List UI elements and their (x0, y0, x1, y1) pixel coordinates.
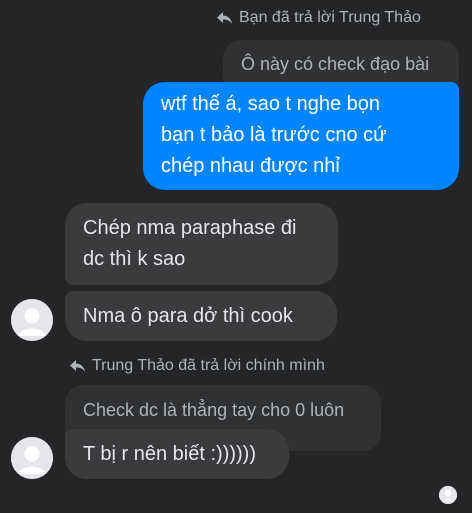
quoted-message-text: Check dc là thẳng tay cho 0 luôn (83, 400, 345, 420)
received-message-line: Chép nma paraphase đi (83, 217, 297, 239)
chat-thread: Bạn đã trả lời Trung Thảo Ô này có check… (0, 0, 472, 513)
reply-indicator-top: Bạn đã trả lời Trung Thảo (216, 9, 421, 27)
received-message-bubble[interactable]: T bị r nên biết :)))))) (65, 429, 289, 479)
avatar[interactable] (11, 437, 53, 479)
reply-arrow-icon (70, 360, 85, 372)
received-message-bubble[interactable]: Chép nma paraphase đi dc thì k sao (65, 203, 338, 285)
avatar[interactable] (11, 299, 53, 341)
reply-indicator-bottom: Trung Thảo đã trả lời chính mình (69, 357, 325, 375)
sent-message-bubble[interactable]: wtf thế á, sao t nghe bọn bạn t bảo là t… (143, 82, 459, 190)
sent-message-line: bạn t bảo là trước cno cứ (161, 124, 387, 146)
received-message-line: dc thì k sao (83, 248, 186, 270)
seen-avatar-icon (439, 486, 457, 504)
received-message-text: T bị r nên biết :)))))) (83, 443, 256, 465)
sent-message-line: chép nhau được nhỉ (161, 155, 340, 177)
avatar-placeholder-icon (11, 299, 53, 341)
reply-indicator-text: Trung Thảo đã trả lời chính mình (92, 357, 325, 374)
sent-message-line: wtf thế á, sao t nghe bọn (161, 93, 381, 115)
avatar-placeholder-icon (11, 437, 53, 479)
received-message-bubble[interactable]: Nma ô para dở thì cook (65, 291, 337, 341)
quoted-message-text: Ô này có check đạo bài (241, 54, 430, 74)
received-message-text: Nma ô para dở thì cook (83, 305, 293, 327)
seen-indicator (439, 486, 457, 504)
reply-indicator-text: Bạn đã trả lời Trung Thảo (239, 9, 421, 26)
reply-arrow-icon (217, 12, 232, 24)
